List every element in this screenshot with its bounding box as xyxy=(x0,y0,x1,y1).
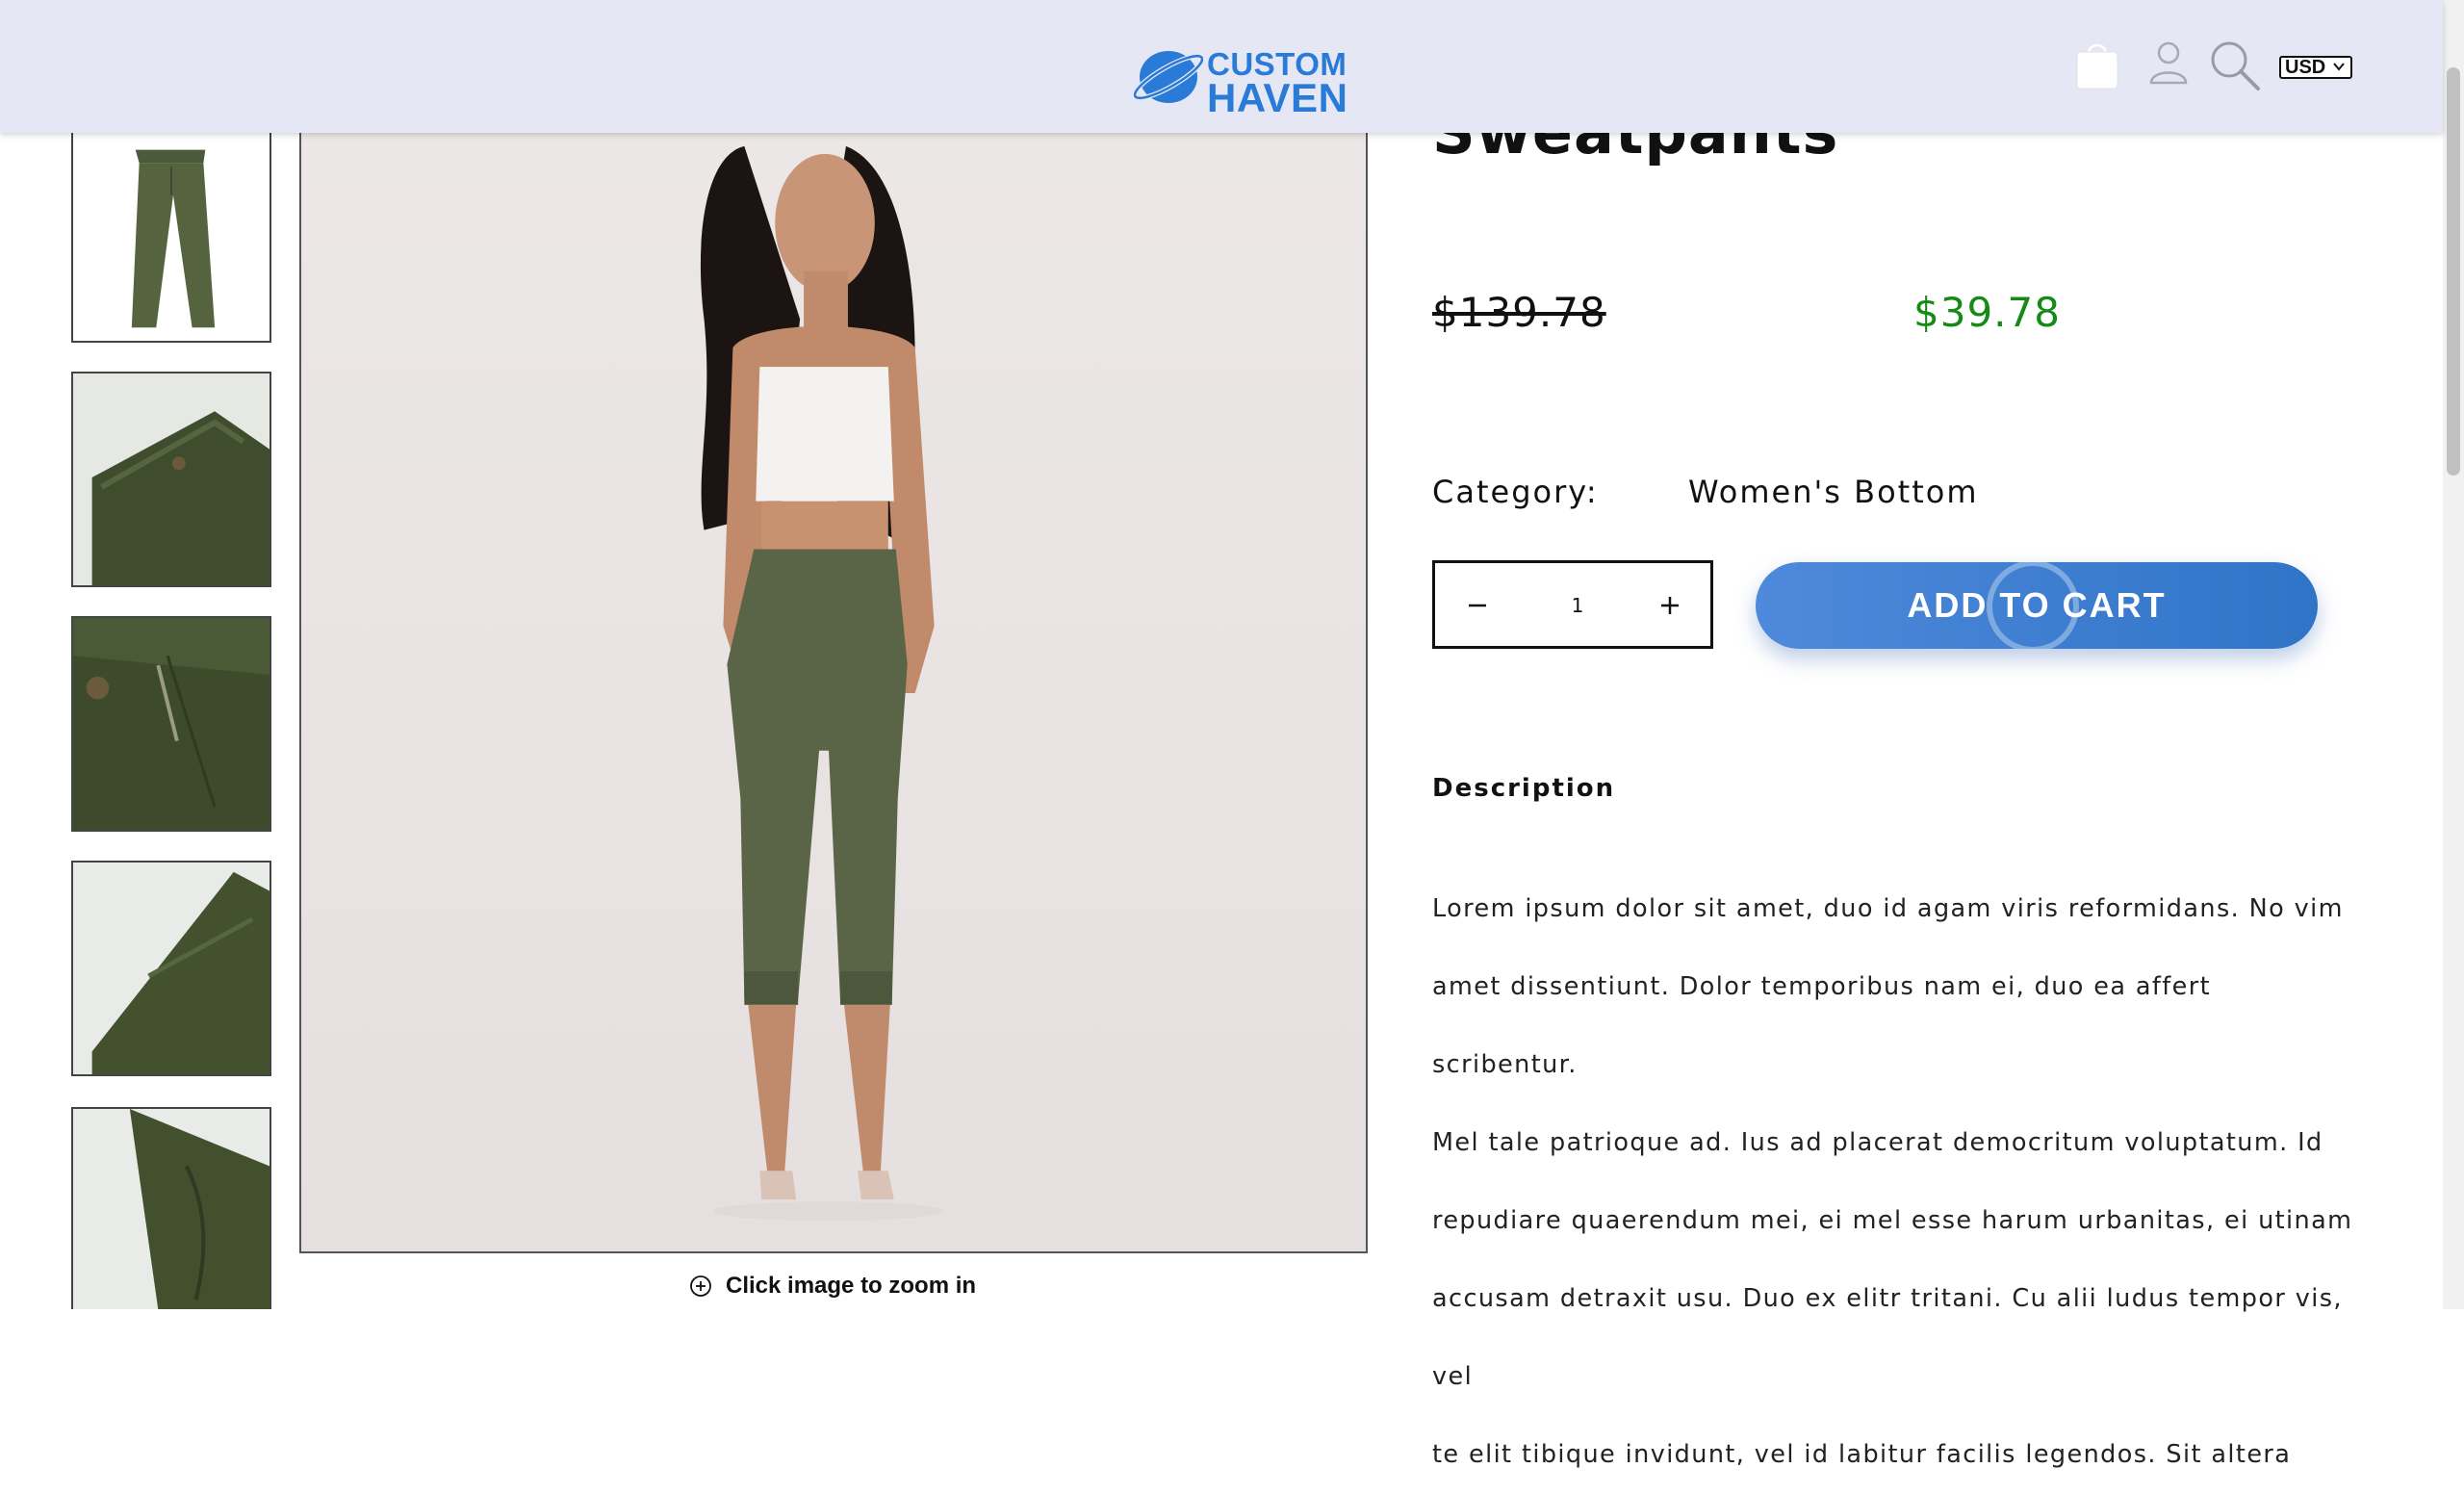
category-value[interactable]: Women's Bottom xyxy=(1688,474,1979,510)
description-line: Lorem ipsum dolor sit amet, duo id agam … xyxy=(1432,894,2344,923)
user-icon[interactable] xyxy=(2148,40,2189,85)
zoom-hint: Click image to zoom in xyxy=(689,1269,976,1303)
logo-text: CUSTOM HAVEN xyxy=(1207,48,1348,118)
page-scrollbar[interactable] xyxy=(2443,0,2464,1309)
scrollbar-thumb[interactable] xyxy=(2447,67,2460,476)
cart-icon[interactable] xyxy=(2075,39,2119,90)
quantity-stepper xyxy=(1432,560,1713,649)
quantity-input[interactable] xyxy=(1527,584,1628,627)
thumbnail-3[interactable] xyxy=(71,616,271,832)
category-label: Category: xyxy=(1432,474,1599,510)
description-line: accusam detraxit usu. Duo ex elitr trita… xyxy=(1432,1284,2343,1391)
original-price: $139.78 xyxy=(1432,289,1606,336)
add-to-cart-button[interactable]: ADD TO CART xyxy=(1756,562,2318,649)
thumbnail-2[interactable] xyxy=(71,372,271,587)
description-line: te elit tibique invidunt, vel id labitur… xyxy=(1432,1440,2292,1469)
description-text: Lorem ipsum dolor sit amet, duo id agam … xyxy=(1432,870,2356,1494)
add-to-cart-label: ADD TO CART xyxy=(1907,585,2167,625)
currency-select[interactable]: USD xyxy=(2279,56,2352,79)
description-line: Mel tale patrioque ad. Ius ad placerat d… xyxy=(1432,1128,2323,1157)
sale-price: $39.78 xyxy=(1913,289,2061,336)
globe-logo-icon xyxy=(1134,51,1203,103)
zoom-in-icon xyxy=(690,1275,711,1297)
thumbnail-1[interactable] xyxy=(71,127,271,343)
logo-line-2: HAVEN xyxy=(1207,75,1348,120)
site-header: CUSTOM HAVEN USD xyxy=(0,0,2443,133)
currency-value: USD xyxy=(2285,57,2326,78)
description-heading: Description xyxy=(1432,774,1616,803)
logo[interactable]: CUSTOM HAVEN xyxy=(1134,42,1355,118)
thumbnail-5[interactable] xyxy=(71,1107,271,1309)
main-product-image[interactable] xyxy=(299,125,1368,1253)
chevron-down-icon xyxy=(2333,63,2345,71)
zoom-hint-text: Click image to zoom in xyxy=(726,1273,977,1299)
thumbnail-4[interactable] xyxy=(71,861,271,1076)
description-line: repudiare quaerendum mei, ei mel esse ha… xyxy=(1432,1206,2353,1235)
search-icon[interactable] xyxy=(2208,39,2262,92)
minus-icon[interactable] xyxy=(1460,588,1495,623)
plus-icon[interactable] xyxy=(1653,588,1687,623)
description-line: amet dissentiunt. Dolor temporibus nam e… xyxy=(1432,972,2212,1079)
